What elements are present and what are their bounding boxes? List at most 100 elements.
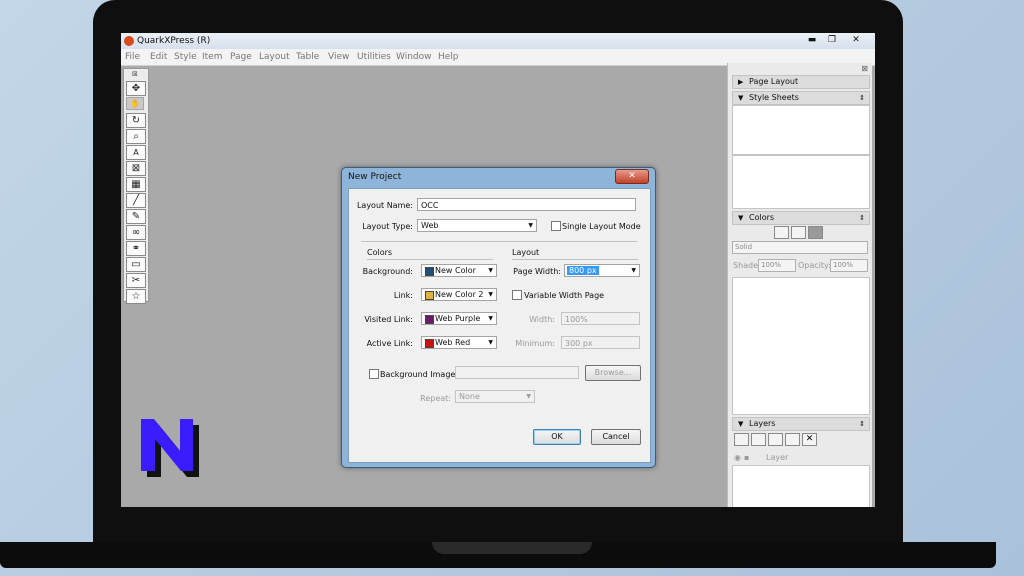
layers-list[interactable] [732,465,870,507]
close-button[interactable]: ✕ [845,34,867,47]
width-input[interactable]: 100% [561,312,640,325]
expand-icon: ▶ [738,78,744,86]
background-color-select[interactable]: New Color ▼ [421,264,497,277]
repeat-select[interactable]: None ▼ [455,390,535,403]
remove-layer-icon[interactable]: ✕ [802,433,817,446]
dropdown-arrow-icon: ▼ [488,291,493,298]
divider [361,241,637,242]
unlink-tool-icon[interactable]: ⚭ [126,241,146,256]
delete-layer-icon[interactable] [751,433,766,446]
visited-link-label: Visited Link: [364,315,413,324]
link-color-select[interactable]: New Color 2 ▼ [421,288,497,301]
page-width-select[interactable]: 800 px ▼ [564,264,640,277]
cancel-button[interactable]: Cancel [591,429,641,445]
palettes-panel: ⊠ ▶ Page Layout ▼ Style Sheets ⇕ ▼ Color… [727,63,872,507]
character-styles-list[interactable] [732,155,870,209]
repeat-label: Repeat: [420,394,451,403]
hand-tool-icon[interactable]: ✋ [126,97,144,110]
dropdown-arrow-icon: ▼ [526,393,531,400]
collapse-icon: ▼ [738,420,744,428]
line-tool-icon[interactable]: ╱ [126,193,146,208]
close-palettes-icon[interactable]: ⊠ [861,64,868,73]
layout-name-input[interactable]: OCC [417,198,636,211]
layers-header[interactable]: ▼ Layers ⇕ [732,417,870,431]
layout-type-select[interactable]: Web ▼ [417,219,537,232]
move-tool-icon[interactable]: ✥ [126,81,146,96]
frame-color-icon[interactable] [774,226,789,239]
rotate-tool-icon[interactable]: ↻ [126,113,146,128]
picture-color-icon[interactable] [791,226,806,239]
menu-layout[interactable]: Layout [259,49,290,65]
browse-button[interactable]: Browse... [585,365,641,381]
color-swatch [425,291,434,300]
menu-view[interactable]: View [328,49,349,65]
active-link-color-select[interactable]: Web Red ▼ [421,336,497,349]
page-layout-header[interactable]: ▶ Page Layout [732,75,870,89]
background-color-icon[interactable] [808,226,823,239]
style-sheets-list[interactable] [732,105,870,155]
dropdown-arrow-icon: ▼ [488,315,493,322]
link-tool-icon[interactable]: ∞ [126,225,146,240]
ok-button[interactable]: OK [533,429,581,445]
opacity-label: Opacity: [798,261,831,270]
visited-link-color-select[interactable]: Web Purple ▼ [421,312,497,325]
layers-tool-icon[interactable]: ▭ [126,257,146,272]
scissors-tool-icon[interactable]: ✂ [126,273,146,288]
bezier-tool-icon[interactable]: ✎ [126,209,146,224]
background-image-label: Background Image: [380,370,459,379]
move-layer-icon[interactable] [785,433,800,446]
laptop-notch [432,542,592,554]
dialog-close-button[interactable]: ✕ [615,169,649,184]
new-project-dialog: New Project ✕ Layout Name: OCC Layout Ty… [341,167,656,468]
background-label: Background: [362,267,413,276]
shade-label: Shade: [733,261,761,270]
window-title: QuarkXPress (R) [137,36,211,46]
dropdown-arrow-icon: ▼ [488,267,493,274]
maximize-button[interactable]: ❐ [821,34,843,47]
zoom-tool-icon[interactable]: ⌕ [126,129,146,144]
new-layer-icon[interactable] [734,433,749,446]
visibility-icon[interactable]: ◉ [734,453,741,462]
duplicate-layer-icon[interactable] [768,433,783,446]
menu-table[interactable]: Table [296,49,319,65]
options-icon[interactable]: ⇕ [859,418,865,430]
menu-utilities[interactable]: Utilities [357,49,391,65]
menu-style[interactable]: Style [174,49,197,65]
style-sheets-header[interactable]: ▼ Style Sheets ⇕ [732,91,870,105]
tools-palette: ⊠ ✥ ✋ ↻ ⌕ A ⊠ ▦ ╱ ✎ ∞ ⚭ ▭ ✂ ☆ [123,68,149,304]
background-image-path-input[interactable] [455,366,579,379]
opacity-select[interactable]: 100% [830,259,868,272]
dialog-title: New Project [348,172,402,182]
layout-name-label: Layout Name: [356,201,413,210]
close-palette-icon[interactable]: ⊠ [132,70,138,78]
options-icon[interactable]: ⇕ [859,92,865,104]
page-width-label: Page Width: [513,267,561,276]
menu-help[interactable]: Help [438,49,459,65]
colors-list[interactable] [732,277,870,415]
dropdown-arrow-icon: ▼ [488,339,493,346]
star-tool-icon[interactable]: ☆ [126,289,146,304]
minimize-button[interactable]: ▬ [801,34,823,47]
text-box-tool-icon[interactable]: A [126,145,146,160]
menu-window[interactable]: Window [396,49,432,65]
colors-header[interactable]: ▼ Colors ⇕ [732,211,870,225]
background-image-checkbox[interactable] [369,369,379,379]
dropdown-arrow-icon: ▼ [631,267,636,274]
table-tool-icon[interactable]: ▦ [126,177,146,192]
lock-icon[interactable]: ▪ [744,453,749,462]
variable-width-checkbox[interactable] [512,290,522,300]
options-icon[interactable]: ⇕ [859,212,865,224]
dropdown-arrow-icon: ▼ [528,222,533,229]
menu-edit[interactable]: Edit [150,49,167,65]
single-layout-checkbox[interactable] [551,221,561,231]
menu-file[interactable]: File [125,49,140,65]
fill-type-select[interactable]: Solid [732,241,868,254]
variable-width-label: Variable Width Page [524,291,605,300]
minimum-input[interactable]: 300 px [561,336,640,349]
menu-page[interactable]: Page [230,49,252,65]
menu-item[interactable]: Item [202,49,223,65]
shade-select[interactable]: 100% [758,259,796,272]
app-window: QuarkXPress (R) ▬ ❐ ✕ File Edit Style It… [121,33,875,507]
picture-box-tool-icon[interactable]: ⊠ [126,161,146,176]
layout-section-title: Layout [512,248,540,257]
